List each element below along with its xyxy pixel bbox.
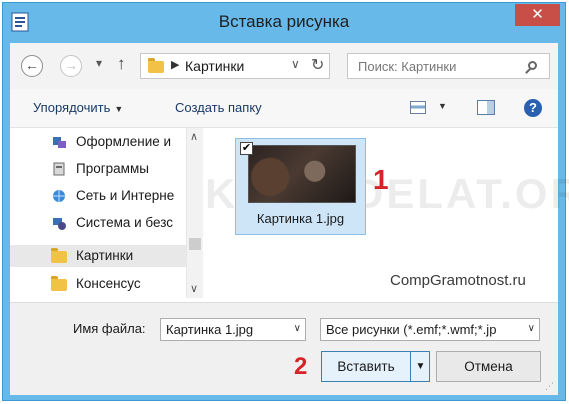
- up-arrow-icon[interactable]: ↑: [117, 54, 126, 74]
- scroll-thumb[interactable]: [189, 238, 201, 250]
- refresh-icon[interactable]: ↻: [311, 55, 324, 75]
- appearance-icon: [53, 137, 66, 148]
- navigation-pane: Оформление и Программы Сеть и Интерне Си…: [10, 128, 203, 302]
- chevron-down-icon[interactable]: ∨: [294, 323, 301, 334]
- scroll-down-icon[interactable]: ∨: [190, 282, 198, 295]
- organize-label: Упорядочить: [33, 100, 111, 115]
- folder-icon: [51, 248, 67, 263]
- file-name-field[interactable]: Картинка 1.jpg ∨: [160, 318, 306, 341]
- organize-button[interactable]: Упорядочить ▼: [33, 100, 123, 115]
- programs-icon: [53, 162, 65, 176]
- preview-pane-icon[interactable]: [477, 100, 495, 115]
- sidebar-item-label: Картинки: [76, 248, 134, 263]
- checkbox-checked-icon[interactable]: ✔: [240, 142, 253, 155]
- sidebar-item-system[interactable]: Система и безс: [10, 212, 186, 234]
- sidebar-item-label: Программы: [76, 161, 149, 176]
- recent-locations-chevron-icon[interactable]: ▾: [96, 56, 102, 70]
- folder-icon: [148, 58, 164, 73]
- address-bar[interactable]: ▶ Картинки ∨ ↻: [140, 53, 330, 79]
- sidebar-item-programs[interactable]: Программы: [10, 158, 186, 180]
- help-icon[interactable]: ?: [524, 99, 542, 117]
- insert-split-button[interactable]: Вставить ▼: [321, 351, 430, 382]
- folder-icon: [51, 276, 67, 291]
- sidebar-item-appearance[interactable]: Оформление и: [10, 131, 186, 153]
- sidebar-item-label: Система и безс: [76, 215, 173, 230]
- new-folder-button[interactable]: Создать папку: [175, 100, 262, 115]
- annotation-number-1: 1: [373, 164, 389, 195]
- file-list-area: KAK-SDELAT.ORG ✔ Картинка 1.jpg 1 CompGr…: [205, 128, 569, 302]
- search-placeholder: Поиск: Картинки: [358, 59, 457, 74]
- address-dropdown-icon[interactable]: ∨: [291, 57, 300, 71]
- sidebar-item-network[interactable]: Сеть и Интерне: [10, 185, 186, 207]
- navigation-bar: ← → ▾ ↑ ▶ Картинки ∨ ↻ Поиск: Картинки: [10, 43, 558, 89]
- file-type-select[interactable]: Все рисунки (*.emf;*.wmf;*.jp ∨: [320, 318, 540, 341]
- sidebar-item-label: Оформление и: [76, 134, 172, 149]
- site-credit: CompGramotnost.ru: [390, 272, 526, 289]
- chevron-down-icon[interactable]: ∨: [528, 323, 535, 334]
- vertical-scrollbar[interactable]: ∧ ∨: [186, 128, 203, 298]
- sidebar-item-consensus[interactable]: Консенсус: [10, 273, 186, 295]
- image-thumbnail: [248, 145, 356, 203]
- breadcrumb-chevron-icon[interactable]: ▶: [171, 58, 179, 71]
- dialog-body: ← → ▾ ↑ ▶ Картинки ∨ ↻ Поиск: Картинки У…: [10, 43, 569, 395]
- close-button[interactable]: ✕: [515, 4, 560, 26]
- insert-button[interactable]: Вставить: [322, 352, 410, 381]
- back-arrow-icon[interactable]: ←: [21, 55, 43, 77]
- annotation-number-2: 2: [294, 353, 308, 380]
- view-options-chevron-icon[interactable]: ▼: [438, 101, 447, 111]
- system-icon: [53, 218, 66, 230]
- search-icon[interactable]: [528, 61, 537, 70]
- cancel-button[interactable]: Отмена: [436, 351, 541, 382]
- file-type-value: Все рисунки (*.emf;*.wmf;*.jp: [326, 322, 497, 337]
- insert-options-chevron-icon[interactable]: ▼: [410, 352, 430, 381]
- scroll-up-icon[interactable]: ∧: [190, 130, 198, 143]
- file-name-label: Имя файла:: [73, 321, 146, 336]
- network-icon: [53, 190, 65, 202]
- dialog-footer: Имя файла: Картинка 1.jpg ∨ Все рисунки …: [10, 302, 558, 395]
- change-view-icon[interactable]: [410, 101, 426, 114]
- file-name: Картинка 1.jpg: [256, 211, 345, 226]
- file-name-value: Картинка 1.jpg: [166, 322, 254, 337]
- file-item[interactable]: ✔ Картинка 1.jpg: [235, 138, 366, 235]
- title-bar: Вставка рисунка ✕: [3, 3, 565, 43]
- dialog-title: Вставка рисунка: [218, 12, 350, 31]
- sidebar-item-pictures[interactable]: Картинки: [10, 245, 186, 267]
- chevron-down-icon: ▼: [114, 104, 124, 114]
- forward-arrow-icon[interactable]: →: [60, 55, 82, 77]
- search-input[interactable]: Поиск: Картинки: [347, 53, 550, 79]
- command-toolbar: Упорядочить ▼ Создать папку ▼ ?: [10, 89, 558, 128]
- resize-grip-icon[interactable]: ⋰: [545, 381, 554, 392]
- sidebar-item-label: Сеть и Интерне: [76, 188, 175, 203]
- breadcrumb-current-folder[interactable]: Картинки: [185, 58, 244, 74]
- sidebar-item-label: Консенсус: [76, 276, 141, 291]
- insert-picture-dialog: Вставка рисунка ✕ ← → ▾ ↑ ▶ Картинки ∨ ↻…: [2, 2, 569, 401]
